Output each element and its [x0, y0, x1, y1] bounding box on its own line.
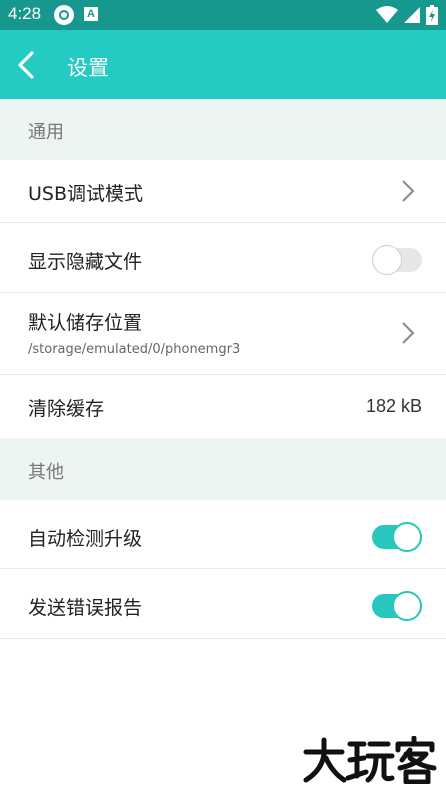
- page-title: 设置: [67, 56, 109, 80]
- setting-label: 清除缓存: [28, 398, 105, 420]
- back-button[interactable]: [10, 47, 46, 83]
- status-indicators: [376, 5, 438, 25]
- section-title-other: 其他: [28, 462, 64, 483]
- setting-show-hidden-files: 显示隐藏文件: [0, 223, 446, 293]
- setting-label: USB调试模式: [28, 183, 144, 205]
- setting-label: 默认储存位置: [28, 312, 143, 334]
- setting-label: 发送错误报告: [28, 597, 143, 619]
- section-header-general: 通用: [0, 99, 446, 160]
- watermark-logo: [303, 736, 437, 784]
- show-hidden-toggle[interactable]: [372, 245, 422, 275]
- app-notification-icon: [54, 5, 74, 25]
- app-toolbar: 设置: [0, 30, 446, 99]
- setting-clear-cache[interactable]: 清除缓存 182 kB: [0, 375, 446, 438]
- section-header-other: 其他: [0, 438, 446, 500]
- status-bar: 4:28 A: [0, 0, 446, 30]
- auto-update-toggle[interactable]: [372, 522, 422, 552]
- send-reports-toggle[interactable]: [372, 591, 422, 621]
- setting-label: 自动检测升级: [28, 528, 143, 550]
- cache-size: 182 kB: [365, 396, 422, 416]
- cell-signal-icon: [404, 7, 420, 23]
- chevron-right-icon: [402, 322, 415, 344]
- chevron-right-icon: [402, 180, 415, 202]
- chevron-left-icon: [18, 51, 34, 79]
- a-notification-icon: A: [84, 7, 98, 21]
- status-time: 4:28: [8, 4, 42, 23]
- setting-label: 显示隐藏文件: [28, 251, 143, 273]
- setting-auto-update: 自动检测升级: [0, 500, 446, 569]
- wifi-icon: [376, 6, 398, 23]
- setting-usb-debug[interactable]: USB调试模式: [0, 160, 446, 223]
- setting-default-storage[interactable]: 默认储存位置 /storage/emulated/0/phonemgr3: [0, 293, 446, 375]
- section-title-general: 通用: [28, 122, 64, 143]
- storage-path: /storage/emulated/0/phonemgr3: [28, 342, 241, 357]
- battery-icon: [426, 5, 438, 25]
- setting-send-error-reports: 发送错误报告: [0, 569, 446, 639]
